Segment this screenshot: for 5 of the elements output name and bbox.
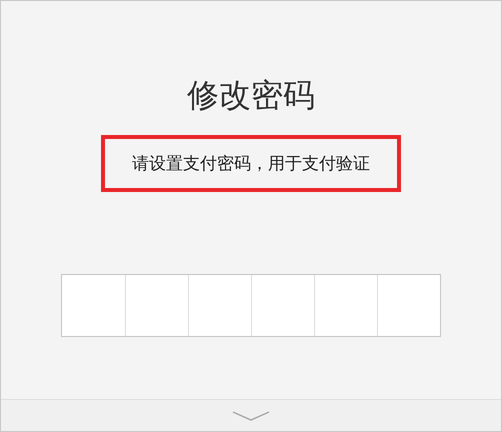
instruction-text: 请设置支付密码，用于支付验证 [132, 153, 370, 175]
keyboard-toggle-bar[interactable] [1, 399, 501, 431]
password-input[interactable] [61, 274, 441, 337]
page-title: 修改密码 [187, 75, 315, 116]
chevron-down-icon [231, 410, 271, 422]
